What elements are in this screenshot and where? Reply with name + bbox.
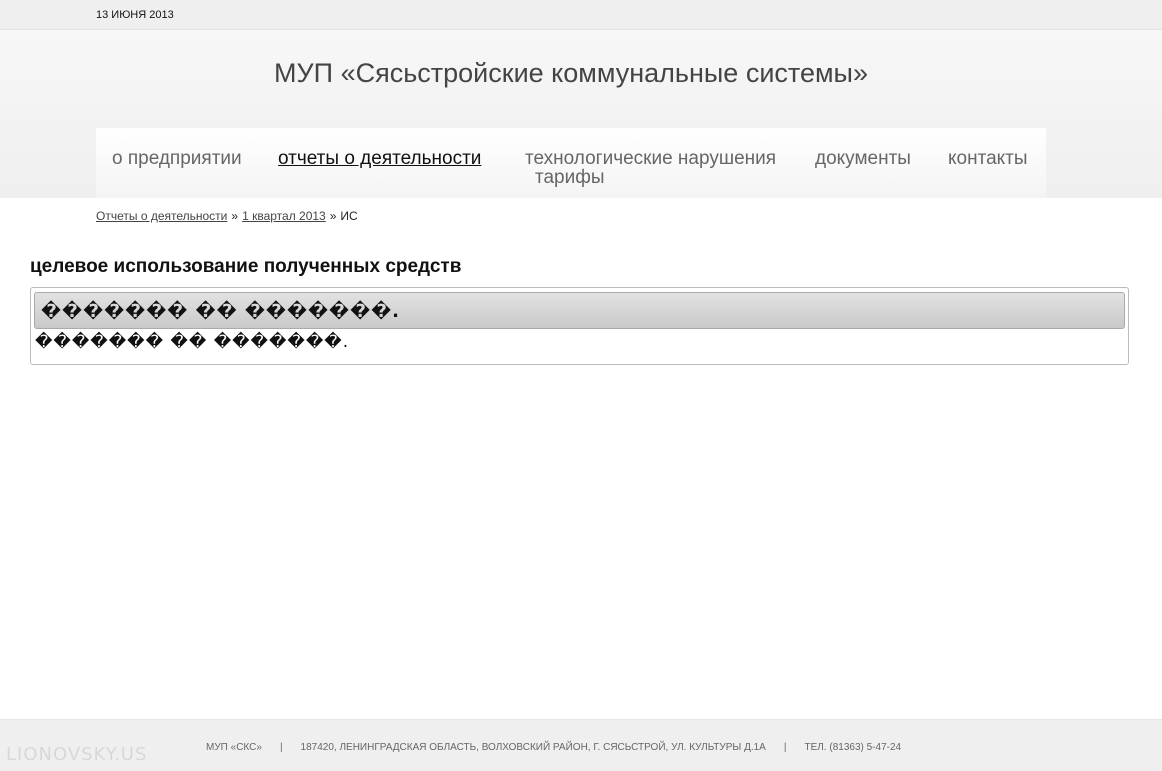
nav-item-reports[interactable]: отчеты о деятельности: [278, 148, 481, 170]
footer-org: МУП «СКС»: [206, 742, 262, 753]
content-panel: ������� �� �������. ������� �� �������.: [30, 287, 1129, 365]
breadcrumb-separator: »: [231, 209, 239, 223]
panel-header[interactable]: ������� �� �������.: [34, 292, 1125, 329]
panel-body-text: ������� �� �������.: [35, 332, 350, 352]
panel-header-text: ������� �� �������.: [41, 301, 400, 322]
nav-item-tariffs[interactable]: тарифы: [535, 167, 605, 189]
breadcrumb-separator: »: [329, 209, 337, 223]
site-footer: LIONOVSKY.US МУП «СКС» | 187420, ЛЕНИНГРАД…: [0, 719, 1162, 771]
nav-item-documents[interactable]: документы: [815, 148, 911, 170]
footer-info: МУП «СКС» | 187420, ЛЕНИНГРАДСКАЯ ОБЛАСТЬ,…: [206, 742, 901, 753]
site-header: 13 ИЮНЯ 2013 МУП «Сясьстройские коммунал…: [0, 0, 1162, 198]
current-date: 13 ИЮНЯ 2013: [96, 9, 174, 21]
site-title: МУП «Сясьстройские коммунальные системы»: [274, 58, 868, 88]
watermark-logo: LIONOVSKY.US: [6, 744, 148, 765]
breadcrumb-link-quarter[interactable]: 1 квартал 2013: [242, 209, 326, 223]
top-strip: 13 ИЮНЯ 2013: [0, 0, 1162, 30]
footer-separator: |: [783, 742, 787, 753]
footer-phone: ТЕЛ. (81363) 5-47-24: [804, 742, 902, 753]
main-nav: о предприятии отчеты о деятельности техн…: [96, 128, 1046, 198]
breadcrumb: Отчеты о деятельности» 1 квартал 2013» ИС: [96, 209, 358, 223]
breadcrumb-current: ИС: [340, 209, 358, 223]
breadcrumb-link-reports[interactable]: Отчеты о деятельности: [96, 209, 227, 223]
page-title: целевое использование полученных средств: [30, 256, 462, 277]
nav-item-contacts[interactable]: контакты: [948, 148, 1028, 170]
nav-item-about[interactable]: о предприятии: [112, 148, 242, 170]
footer-separator: |: [279, 742, 283, 753]
footer-address: 187420, ЛЕНИНГРАДСКАЯ ОБЛАСТЬ, ВОЛХОВСКИ…: [300, 742, 766, 753]
